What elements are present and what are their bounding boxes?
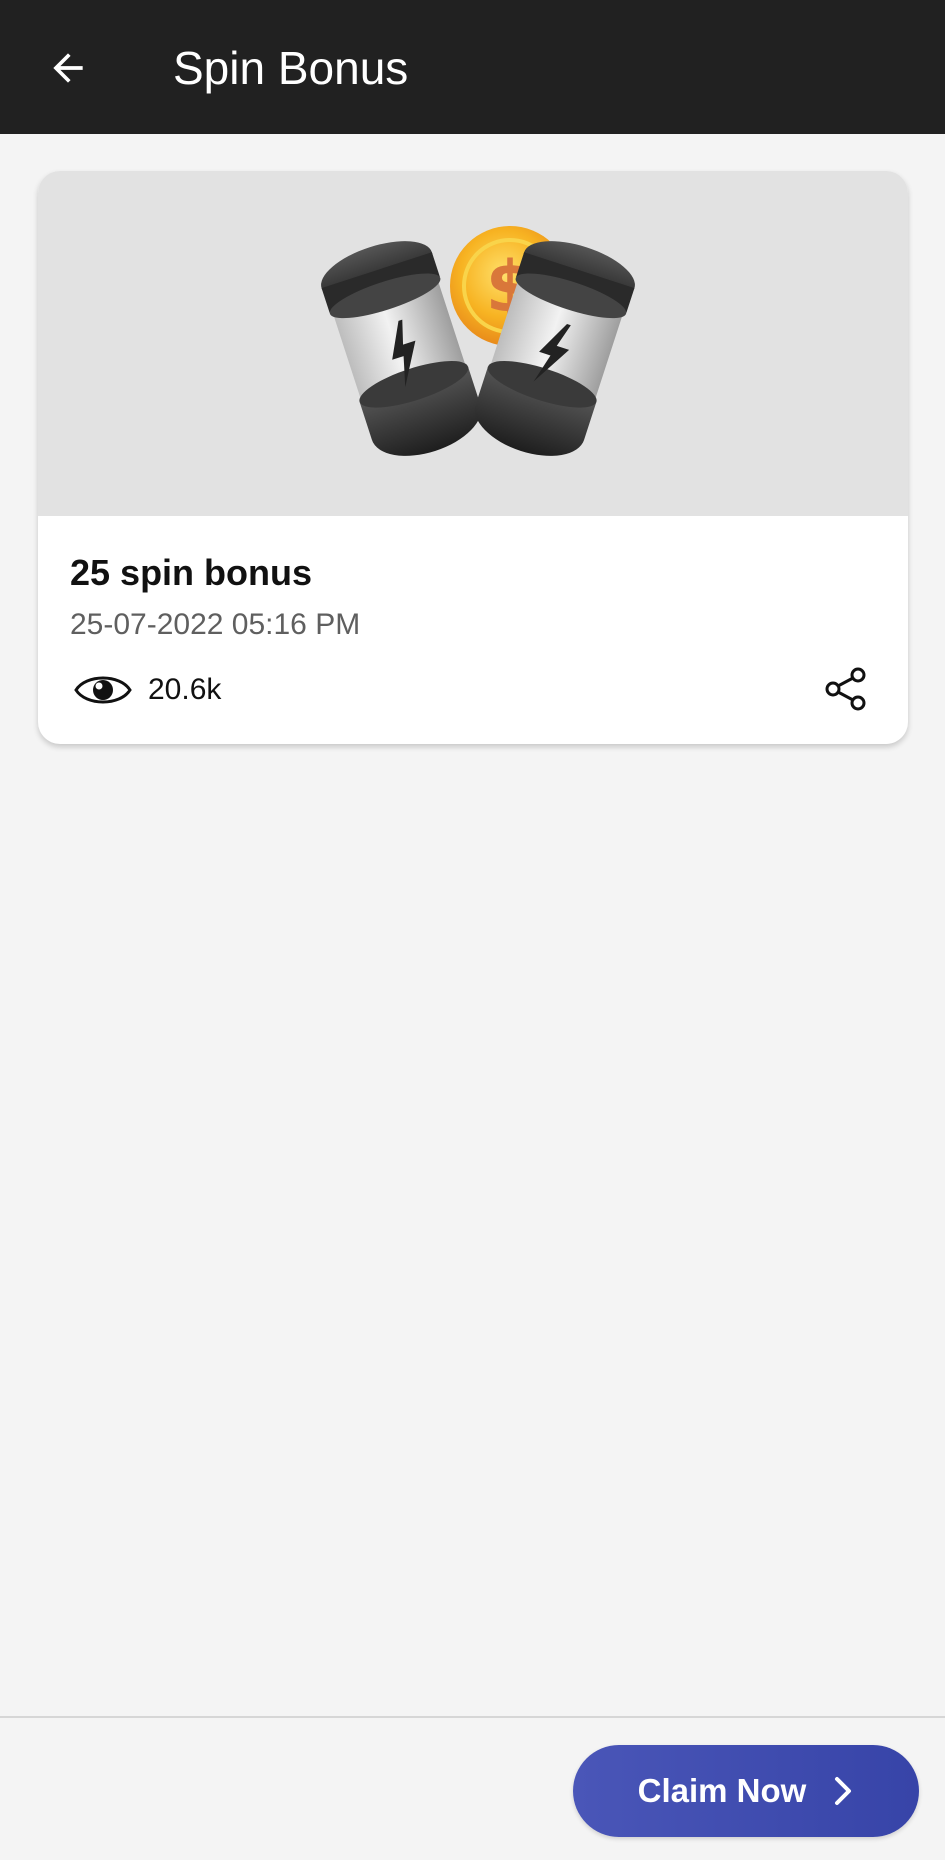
views-label: 20.6k [148, 673, 222, 706]
share-icon [825, 667, 866, 711]
page-title: Spin Bonus [173, 42, 409, 94]
footer-divider [0, 1716, 945, 1718]
claim-now-label: Claim Now [637, 1772, 807, 1809]
view-count: 20.6k [74, 665, 221, 715]
bonus-title: 25 spin bonus [70, 552, 313, 593]
app-bar: Spin Bonus [0, 0, 945, 134]
back-button[interactable] [40, 40, 96, 96]
eye-icon [74, 676, 132, 704]
claim-now-button[interactable]: Claim Now [573, 1745, 919, 1837]
bonus-date: 25-07-2022 05:16 PM [70, 608, 361, 641]
chevron-right-icon [832, 1776, 854, 1806]
bonus-card[interactable]: $ 25 spin bonus 25-07-2022 05:16 PM 20.6… [38, 171, 908, 744]
battery-coin-illustration: $ [321, 226, 635, 456]
arrow-left-icon [53, 53, 83, 83]
bonus-image: $ [38, 171, 908, 516]
share-button[interactable] [818, 661, 874, 717]
